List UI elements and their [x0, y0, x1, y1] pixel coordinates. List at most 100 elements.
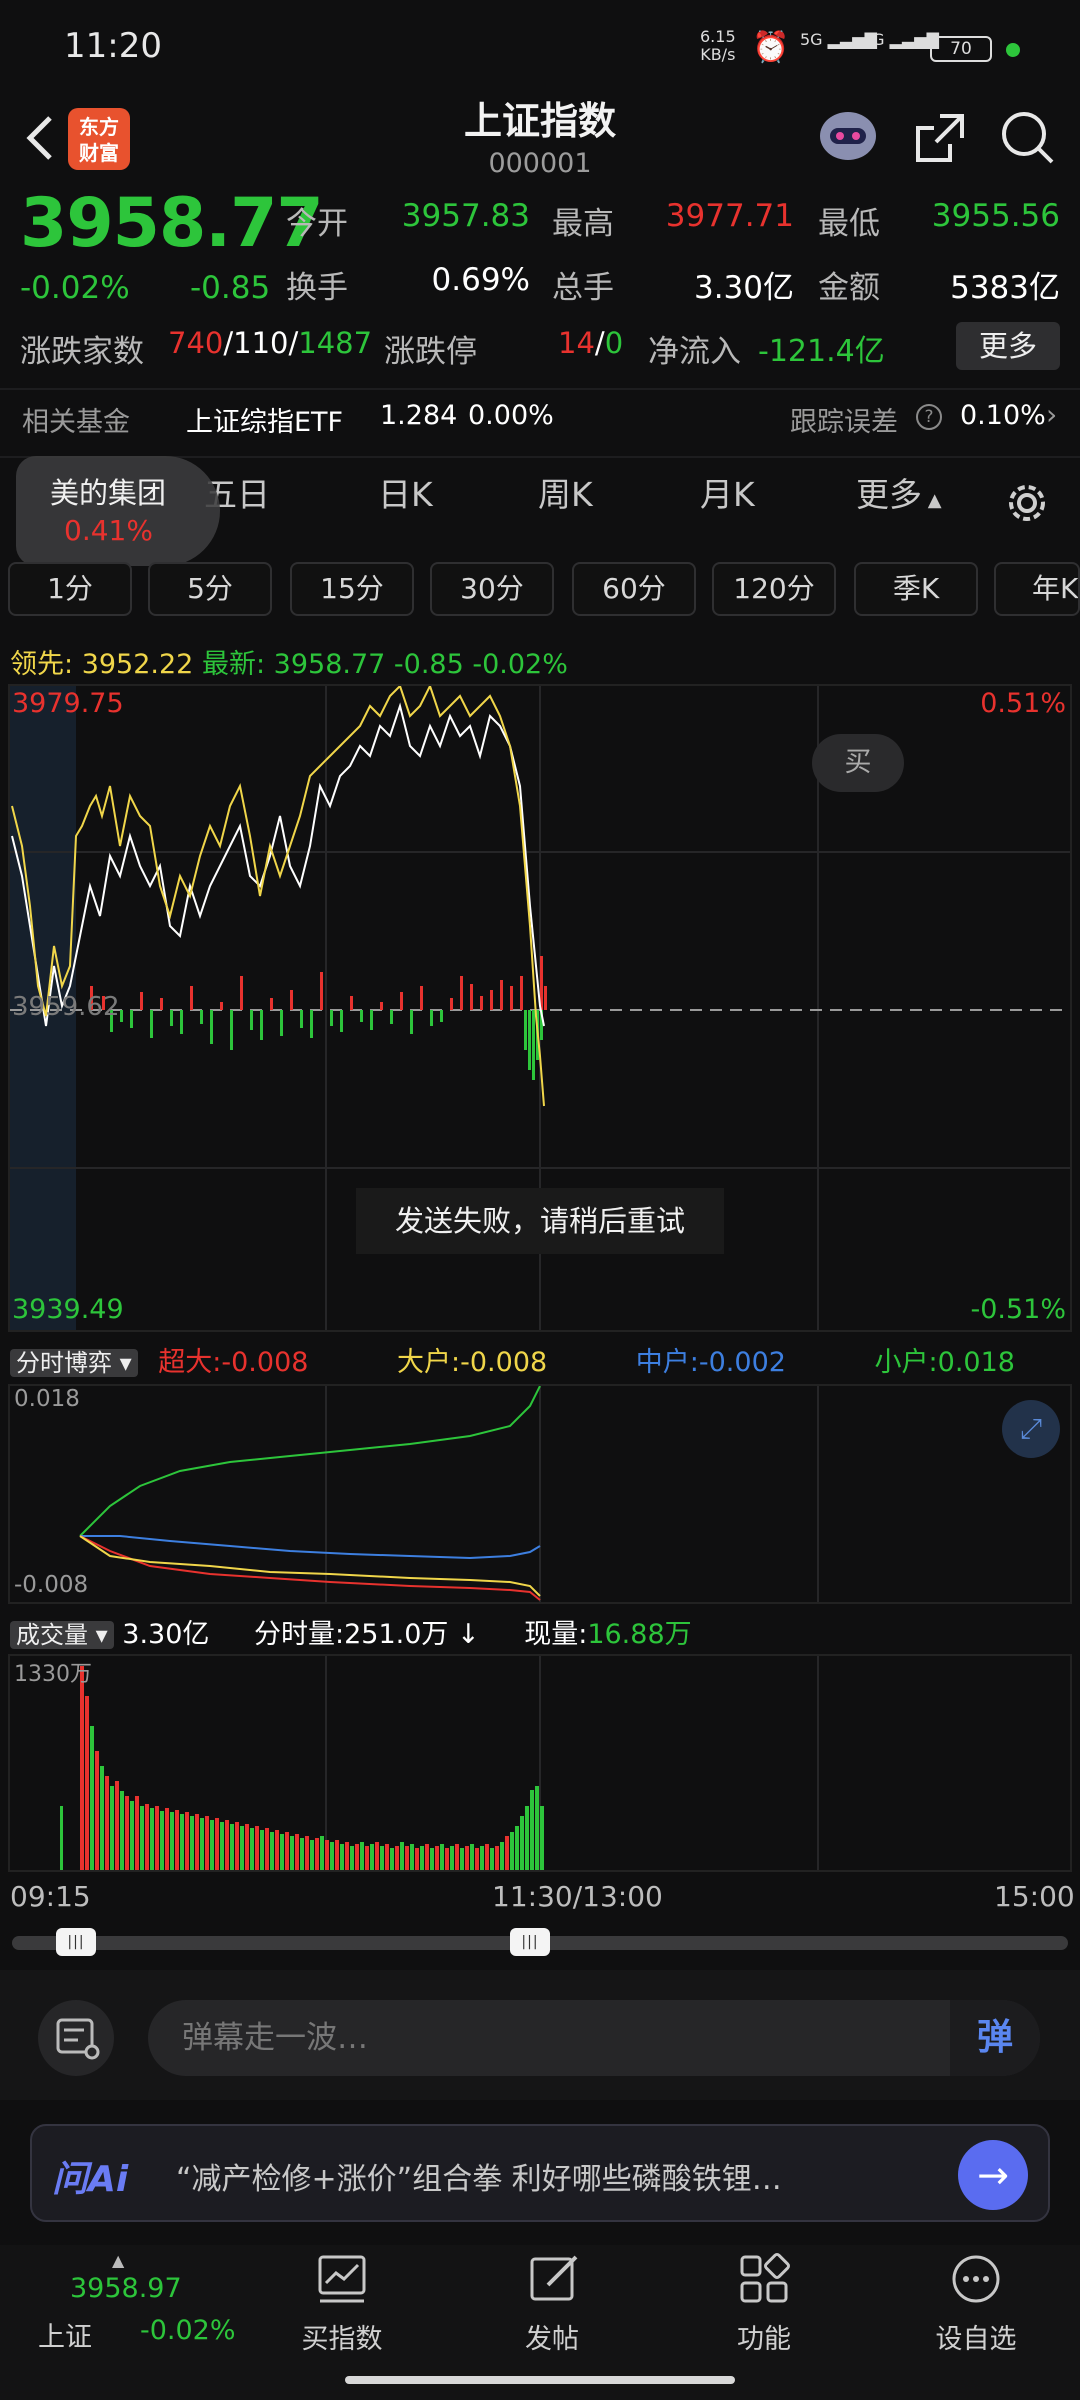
- money-flow-chart[interactable]: 0.018 -0.008 ⤢: [8, 1384, 1072, 1604]
- low-value: 3955.56: [931, 198, 1060, 234]
- period-chip[interactable]: 60分: [572, 562, 696, 616]
- divider: [0, 388, 1080, 390]
- turnover-value: 0.69%: [431, 262, 530, 298]
- nav-index-pct[interactable]: -0.02%: [140, 2315, 236, 2346]
- nav-add-watchlist[interactable]: 设自选: [896, 2317, 1056, 2356]
- pct-axis-low: -0.51%: [970, 1294, 1066, 1325]
- flow-header: 分时博弈 ▾ 超大:-0.008 大户:-0.008 中户:-0.002 小户:…: [10, 1340, 1015, 1379]
- high-value: 3977.71: [665, 198, 794, 234]
- danmu-send-button[interactable]: 弹: [950, 2000, 1040, 2076]
- open-value: 3957.83: [401, 198, 530, 234]
- range-handle-left[interactable]: |||: [56, 1928, 96, 1956]
- super-investor-flow-line: [79, 1535, 541, 1601]
- open-label: 今开: [286, 206, 348, 242]
- index-price-line: [11, 702, 545, 1027]
- nav-post[interactable]: 发帖: [472, 2317, 632, 2356]
- nav-buy-index[interactable]: 买指数: [262, 2317, 422, 2356]
- change-pct: -0.02%: [20, 270, 130, 306]
- breadth-values: 740/110/1487: [168, 326, 373, 360]
- change-value: -0.85: [190, 270, 271, 306]
- volume-chart[interactable]: 1330万: [8, 1654, 1072, 1872]
- popup-stock-pct: 0.41%: [64, 514, 153, 547]
- period-chip[interactable]: 年K: [994, 562, 1080, 616]
- pct-axis-high: 0.51%: [980, 688, 1066, 719]
- y-axis-low: 3939.49: [12, 1294, 124, 1325]
- stock-popup[interactable]: 美的集团 0.41%: [16, 456, 220, 566]
- ai-brand: 问Ai: [52, 2159, 129, 2200]
- high-label: 最高: [552, 206, 614, 242]
- ai-headline[interactable]: “减产检修+涨价”组合拳 利好哪些磷酸铁锂…: [176, 2154, 954, 2198]
- time-end: 15:00: [994, 1880, 1075, 1913]
- signal-4g-icon: 4G ▂▃▅▇: [862, 30, 939, 49]
- help-icon[interactable]: ?: [916, 404, 942, 430]
- popup-stock-name: 美的集团: [50, 476, 167, 510]
- amount-label: 金额: [818, 270, 880, 306]
- time-mid: 11:30/13:00: [492, 1880, 663, 1913]
- more-button[interactable]: 更多: [956, 322, 1060, 370]
- status-time: 11:20: [64, 26, 162, 66]
- nav-functions[interactable]: 功能: [684, 2317, 844, 2356]
- expand-icon[interactable]: ⤢: [1002, 1400, 1060, 1458]
- status-dot: [1006, 43, 1020, 57]
- period-chip[interactable]: 15分: [290, 562, 414, 616]
- status-bar: 11:20 6.15 KB/s ⏰ 5G ▂▃▅▇ 4G ▂▃▅▇ 70: [0, 0, 1080, 90]
- toast-message: 发送失败，请稍后重试: [356, 1188, 724, 1254]
- chart-trend-icon[interactable]: [314, 2251, 370, 2307]
- period-chip[interactable]: 1分: [8, 562, 132, 616]
- breadth-label: 涨跌家数: [20, 334, 144, 370]
- tab-day-k[interactable]: 日K: [378, 468, 433, 516]
- inflow-value: -121.4亿: [758, 334, 885, 369]
- fund-name[interactable]: 上证综指ETF: [186, 400, 343, 439]
- y-axis-mid: 3959.62: [12, 992, 120, 1022]
- ai-bar[interactable]: 问Ai “减产检修+涨价”组合拳 利好哪些磷酸铁锂… →: [30, 2124, 1050, 2222]
- home-indicator[interactable]: [345, 2376, 735, 2384]
- battery-icon: 70: [930, 36, 992, 62]
- buy-button[interactable]: 买: [812, 734, 904, 792]
- limit-values: 14/0: [558, 326, 624, 360]
- mid-investor-flow-line: [80, 1535, 541, 1560]
- edit-post-icon[interactable]: [526, 2251, 582, 2307]
- low-label: 最低: [818, 206, 880, 242]
- period-chip[interactable]: 季K: [854, 562, 978, 616]
- y-axis-high: 3979.75: [12, 688, 124, 719]
- net-speed: 6.15 KB/s: [700, 27, 736, 64]
- more-dots-icon[interactable]: [948, 2251, 1004, 2307]
- fund-label: 相关基金: [22, 407, 130, 438]
- robot-assistant-icon[interactable]: [816, 106, 880, 166]
- time-start: 09:15: [10, 1880, 91, 1913]
- period-chip[interactable]: 5分: [148, 562, 272, 616]
- share-icon[interactable]: [910, 108, 970, 168]
- flow-selector[interactable]: 分时博弈 ▾: [10, 1349, 138, 1377]
- volume-label: 总手: [552, 270, 614, 306]
- caret-up-icon: ▲: [112, 2251, 125, 2270]
- range-handle-right[interactable]: |||: [510, 1928, 550, 1956]
- inflow-label: 净流入: [648, 334, 741, 370]
- volume-value: 3.30亿: [693, 270, 794, 306]
- settings-gear-icon[interactable]: [1002, 478, 1052, 528]
- apps-grid-icon[interactable]: [736, 2251, 792, 2307]
- tracking-error-label: 跟踪误差: [790, 407, 898, 438]
- lead-line: [11, 686, 545, 1107]
- tab-month-k[interactable]: 月K: [700, 468, 755, 516]
- alarm-icon: ⏰: [752, 30, 790, 65]
- arrow-right-icon[interactable]: →: [958, 2140, 1028, 2210]
- danmu-settings-icon[interactable]: [38, 2000, 114, 2076]
- small-investor-flow-line: [79, 1386, 541, 1537]
- flow-y-top: 0.018: [14, 1386, 80, 1412]
- period-chip[interactable]: 120分: [712, 562, 836, 616]
- fund-price: 1.284: [380, 400, 458, 431]
- tab-week-k[interactable]: 周K: [538, 468, 593, 516]
- lead-line-info: 领先: 3952.22 最新: 3958.77 -0.85 -0.02%: [10, 649, 568, 680]
- chevron-right-icon[interactable]: ›: [1046, 398, 1057, 431]
- volume-selector[interactable]: 成交量 ▾: [10, 1621, 114, 1649]
- nav-index-name[interactable]: 上证: [38, 2315, 92, 2354]
- volume-y-top: 1330万: [14, 1662, 92, 1687]
- nav-index-price[interactable]: 3958.97: [70, 2273, 182, 2304]
- amount-value: 5383亿: [950, 270, 1060, 306]
- search-icon[interactable]: [998, 108, 1058, 168]
- tab-more[interactable]: 更多 ▲: [856, 468, 942, 516]
- flow-y-bottom: -0.008: [14, 1572, 89, 1598]
- period-chip[interactable]: 30分: [430, 562, 554, 616]
- danmu-input[interactable]: 弹幕走一波…: [148, 2000, 1040, 2076]
- limit-label: 涨跌停: [384, 334, 477, 370]
